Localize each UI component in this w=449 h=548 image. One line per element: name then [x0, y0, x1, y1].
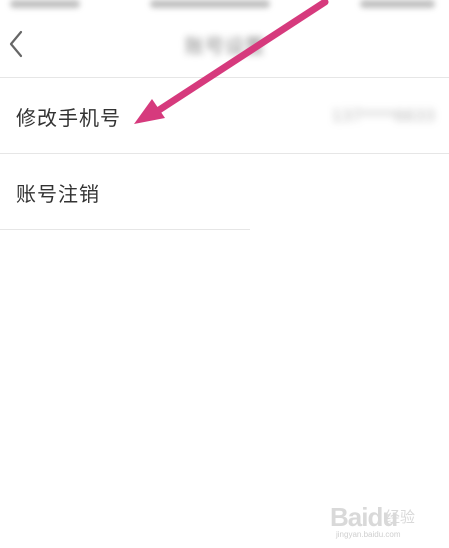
row-change-phone[interactable]: 修改手机号 137****6633 — [0, 78, 449, 152]
row-label: 修改手机号 — [16, 106, 121, 130]
watermark-cn: 经验 — [385, 509, 416, 526]
phone-number-value: 137****6633 — [331, 106, 435, 125]
row-label: 账号注销 — [16, 182, 100, 206]
baidu-jingyan-watermark: Baidu 经验 jingyan.baidu.com — [330, 494, 440, 542]
navigation-bar: 账号设置 — [0, 14, 449, 74]
divider — [0, 229, 250, 230]
row-account-cancellation[interactable]: 账号注销 — [0, 154, 449, 228]
watermark-url: jingyan.baidu.com — [336, 530, 401, 539]
status-bar — [0, 0, 449, 14]
page-title: 账号设置 — [184, 34, 265, 58]
